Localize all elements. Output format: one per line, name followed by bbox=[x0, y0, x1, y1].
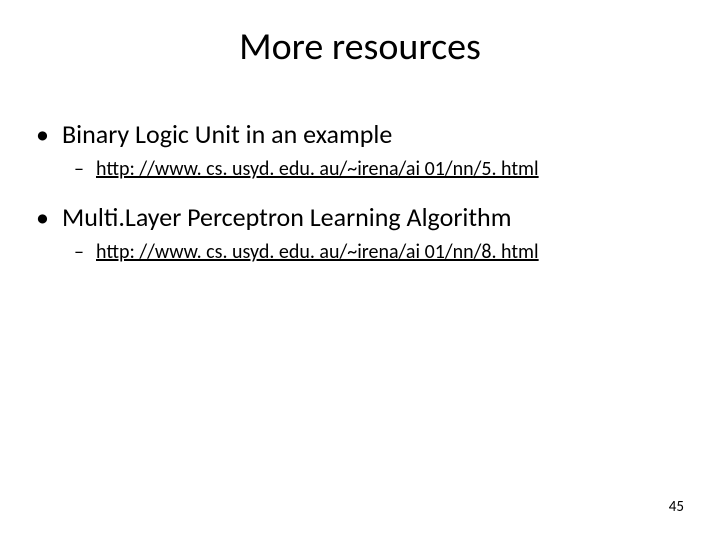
list-sub-item: – http: //www. cs. usyd. edu. au/~irena/… bbox=[74, 239, 684, 266]
bullet-text: Binary Logic Unit in an example bbox=[62, 118, 392, 152]
list-sub-item: – http: //www. cs. usyd. edu. au/~irena/… bbox=[74, 156, 684, 183]
slide-title: More resources bbox=[36, 24, 684, 70]
dash-icon: – bbox=[74, 156, 96, 183]
bullet-text: Multi.Layer Perceptron Learning Algorith… bbox=[62, 201, 512, 235]
bullet-icon: • bbox=[36, 201, 62, 235]
list-item: • Binary Logic Unit in an example bbox=[36, 118, 684, 152]
list-item: • Multi.Layer Perceptron Learning Algori… bbox=[36, 201, 684, 235]
resource-link[interactable]: http: //www. cs. usyd. edu. au/~irena/ai… bbox=[96, 239, 539, 266]
dash-icon: – bbox=[74, 239, 96, 266]
bullet-icon: • bbox=[36, 118, 62, 152]
slide: More resources • Binary Logic Unit in an… bbox=[0, 0, 720, 540]
page-number: 45 bbox=[669, 498, 684, 516]
resource-link[interactable]: http: //www. cs. usyd. edu. au/~irena/ai… bbox=[96, 156, 539, 183]
slide-content: • Binary Logic Unit in an example – http… bbox=[36, 118, 684, 266]
